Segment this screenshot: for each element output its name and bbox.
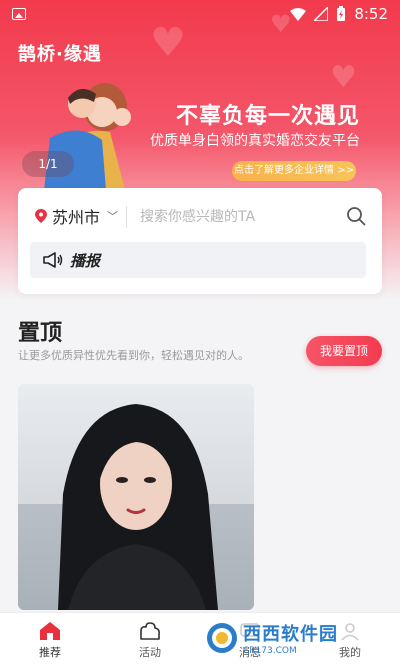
- status-bar: 8:52: [0, 0, 400, 28]
- profile-photo-card[interactable]: [18, 384, 254, 610]
- search-card: 苏州市 ﹀ 播报: [18, 188, 382, 294]
- chevron-down-icon: ﹀: [107, 210, 119, 223]
- broadcast-bar[interactable]: 播报: [30, 242, 366, 278]
- banner-title: 不辜负每一次遇见: [175, 104, 360, 129]
- watermark-subtext: CR173.COM: [243, 646, 297, 656]
- learn-more-button[interactable]: 点击了解更多企业详情 >>: [232, 161, 356, 181]
- watermark-text: 西西软件园: [243, 624, 338, 645]
- pin-to-top-button[interactable]: 我要置顶: [306, 336, 382, 366]
- site-watermark: 西西软件园 CR173.COM: [205, 618, 385, 658]
- profile-photo: [18, 404, 254, 610]
- city-selector[interactable]: 苏州市 ﹀: [34, 204, 118, 228]
- nav-label: 推荐: [39, 645, 61, 659]
- section-title: 置顶: [18, 321, 63, 346]
- search-icon[interactable]: [346, 206, 366, 226]
- watermark-logo-icon: [207, 623, 237, 653]
- nav-item-recommend[interactable]: 推荐: [0, 613, 100, 667]
- wifi-icon: [290, 7, 307, 21]
- nav-label: 活动: [139, 645, 161, 659]
- search-input[interactable]: [138, 202, 342, 232]
- nav-item-activity[interactable]: 活动: [100, 613, 200, 667]
- city-name: 苏州市: [52, 208, 101, 227]
- broadcast-label: 播报: [70, 251, 101, 270]
- location-pin-icon: [35, 209, 47, 223]
- battery-icon: [337, 6, 346, 21]
- banner-pager: 1/1: [22, 151, 74, 177]
- section-subtitle: 让更多优质异性优先看到你，轻松遇见对的人。: [18, 349, 249, 362]
- app-brand: 鹊桥·缘遇: [18, 44, 102, 65]
- image-notification-icon: [12, 8, 26, 20]
- heart-decoration: ♥: [330, 60, 357, 95]
- search-divider: [126, 206, 127, 228]
- megaphone-icon: [43, 252, 63, 268]
- status-time: 8:52: [354, 5, 388, 23]
- signal-icon: [314, 7, 329, 21]
- activity-icon: [140, 621, 160, 640]
- banner-subtitle: 优质单身白领的真实婚恋交友平台: [150, 133, 360, 149]
- home-icon: [40, 621, 60, 640]
